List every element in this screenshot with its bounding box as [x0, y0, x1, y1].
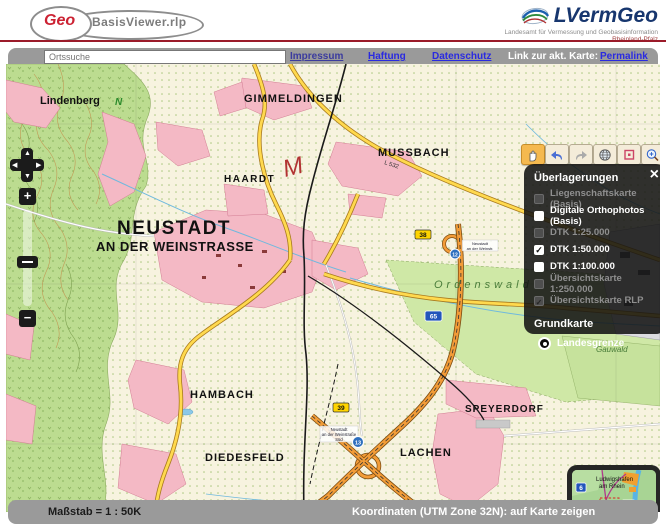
layer-dtk50[interactable]: DTK 1:50.000 — [534, 241, 658, 258]
header: Geo BasisViewer.rlp LVermGeo Landesamt f… — [0, 0, 666, 43]
globe-icon — [599, 148, 611, 161]
checkbox-icon[interactable] — [534, 210, 544, 221]
zoom-slider-handle[interactable] — [17, 256, 38, 268]
radio-icon[interactable] — [538, 337, 551, 350]
svg-text:LACHEN: LACHEN — [400, 447, 452, 459]
agency-subtitle: Landesamt für Vermessung und Geobasisinf… — [504, 29, 658, 36]
svg-text:GIMMELDINGEN: GIMMELDINGEN — [244, 93, 343, 105]
zoom-in-tool-button[interactable] — [641, 144, 660, 165]
svg-text:6: 6 — [579, 485, 583, 492]
svg-text:Ordenswald: Ordenswald — [434, 279, 533, 291]
svg-text:Süd: Süd — [335, 437, 343, 442]
haftung-link[interactable]: Haftung — [368, 51, 406, 62]
history-back-button[interactable] — [545, 144, 569, 165]
svg-text:65: 65 — [430, 314, 438, 321]
layer-label: Übersichtskarte 1:250.000 — [550, 272, 622, 295]
svg-text:HAMBACH: HAMBACH — [190, 389, 254, 401]
extent-box-icon — [624, 149, 635, 160]
search-input[interactable] — [44, 50, 286, 64]
layers-panel: × Überlagerungen Liegenschaftskarte (Bas… — [524, 164, 660, 350]
svg-text:an der Weinstr.: an der Weinstr. — [467, 246, 494, 251]
hand-icon — [529, 150, 537, 161]
svg-text:38: 38 — [419, 232, 427, 239]
svg-text:N: N — [115, 97, 123, 108]
svg-text:39: 39 — [337, 405, 345, 412]
header-divider — [0, 40, 666, 42]
checkbox-icon[interactable] — [534, 278, 544, 289]
magnifier-plus-icon — [646, 148, 659, 161]
checkbox-icon[interactable] — [534, 295, 544, 306]
pan-down-button[interactable]: ▼ — [24, 173, 31, 180]
layer-digitale-orthophotos[interactable]: Digitale Orthophotos (Basis) — [534, 204, 658, 227]
pan-right-button[interactable]: ▶ — [36, 162, 41, 169]
forward-arrow-icon — [576, 150, 587, 160]
checkbox-icon[interactable] — [534, 227, 544, 238]
status-bar: Maßstab = 1 : 50K Koordinaten (UTM Zone … — [8, 500, 658, 524]
pan-up-button[interactable]: ▲ — [24, 150, 31, 157]
svg-text:NEUSTADT: NEUSTADT — [117, 218, 231, 239]
svg-text:MUSSBACH: MUSSBACH — [378, 147, 450, 159]
lvermgeo-swirl-icon — [521, 7, 549, 25]
svg-text:12: 12 — [452, 253, 458, 259]
layers-panel-title: Überlagerungen — [534, 172, 619, 184]
svg-text:HAARDT: HAARDT — [224, 174, 275, 185]
layer-label: Digitale Orthophotos (Basis) — [550, 204, 645, 227]
checkbox-icon[interactable] — [534, 244, 544, 255]
radio-label: Landesgrenze — [557, 338, 625, 349]
datenschutz-link[interactable]: Datenschutz — [432, 51, 491, 62]
layer-uebersichtskarte-250[interactable]: Übersichtskarte 1:250.000 — [534, 272, 658, 295]
back-arrow-icon — [551, 150, 562, 160]
base-layer-landesgrenze[interactable]: Landesgrenze — [538, 337, 658, 350]
map-viewport: Neustadt an der Weinstraße Süd Neustadt … — [6, 64, 660, 512]
layer-dtk25[interactable]: DTK 1:25.000 — [534, 224, 658, 241]
agency-name: LVermGeo — [553, 4, 658, 27]
svg-text:Lindenberg: Lindenberg — [40, 95, 100, 107]
permalink-label: Link zur akt. Karte: — [508, 51, 599, 62]
geobasisviewer-window: Geo BasisViewer.rlp LVermGeo Landesamt f… — [0, 0, 666, 528]
scale-label: Maßstab = 1 : 50K — [48, 506, 142, 518]
checkbox-icon[interactable] — [534, 193, 544, 204]
panel-close-button[interactable]: × — [650, 166, 659, 184]
svg-text:13: 13 — [355, 441, 361, 447]
pan-left-button[interactable]: ◀ — [12, 162, 17, 169]
top-toolbar: Impressum Haftung Datenschutz Link zur a… — [8, 48, 658, 65]
layer-label: DTK 1:25.000 — [550, 227, 610, 238]
layer-label: DTK 1:100.000 — [550, 261, 615, 272]
pan-hand-tool-button[interactable] — [521, 144, 545, 165]
layer-label: Übersichtskarte RLP — [550, 295, 644, 306]
zoom-extent-button[interactable] — [617, 144, 641, 165]
zoom-in-button[interactable]: + — [19, 188, 36, 205]
layer-label: DTK 1:50.000 — [550, 244, 610, 255]
svg-text:AN DER WEINSTRASSE: AN DER WEINSTRASSE — [96, 239, 254, 254]
zoom-out-button[interactable]: − — [19, 310, 36, 327]
base-layer-title: Grundkarte — [534, 318, 594, 330]
pan-control: ▲ ▼ ◀ ▶ — [10, 148, 44, 182]
svg-text:DIEDESFELD: DIEDESFELD — [205, 452, 285, 464]
svg-text:Ludwigshafen: Ludwigshafen — [596, 477, 633, 483]
agency-logo: LVermGeo Landesamt für Vermessung und Ge… — [504, 4, 658, 43]
svg-text:am Rhein: am Rhein — [599, 484, 625, 490]
permalink-link[interactable]: Permalink — [600, 51, 648, 62]
coordinates-link[interactable]: Koordinaten (UTM Zone 32N): auf Karte ze… — [352, 506, 595, 518]
svg-text:SPEYERDORF: SPEYERDORF — [465, 404, 544, 415]
layer-uebersichtskarte-rlp[interactable]: Übersichtskarte RLP — [534, 292, 658, 309]
impressum-link[interactable]: Impressum — [290, 51, 343, 62]
logo-geo-text: Geo — [44, 12, 76, 29]
checkbox-icon[interactable] — [534, 261, 544, 272]
history-forward-button[interactable] — [569, 144, 593, 165]
globe-tool-button[interactable] — [593, 144, 617, 165]
logo-basisviewer-text: BasisViewer.rlp — [92, 15, 187, 29]
